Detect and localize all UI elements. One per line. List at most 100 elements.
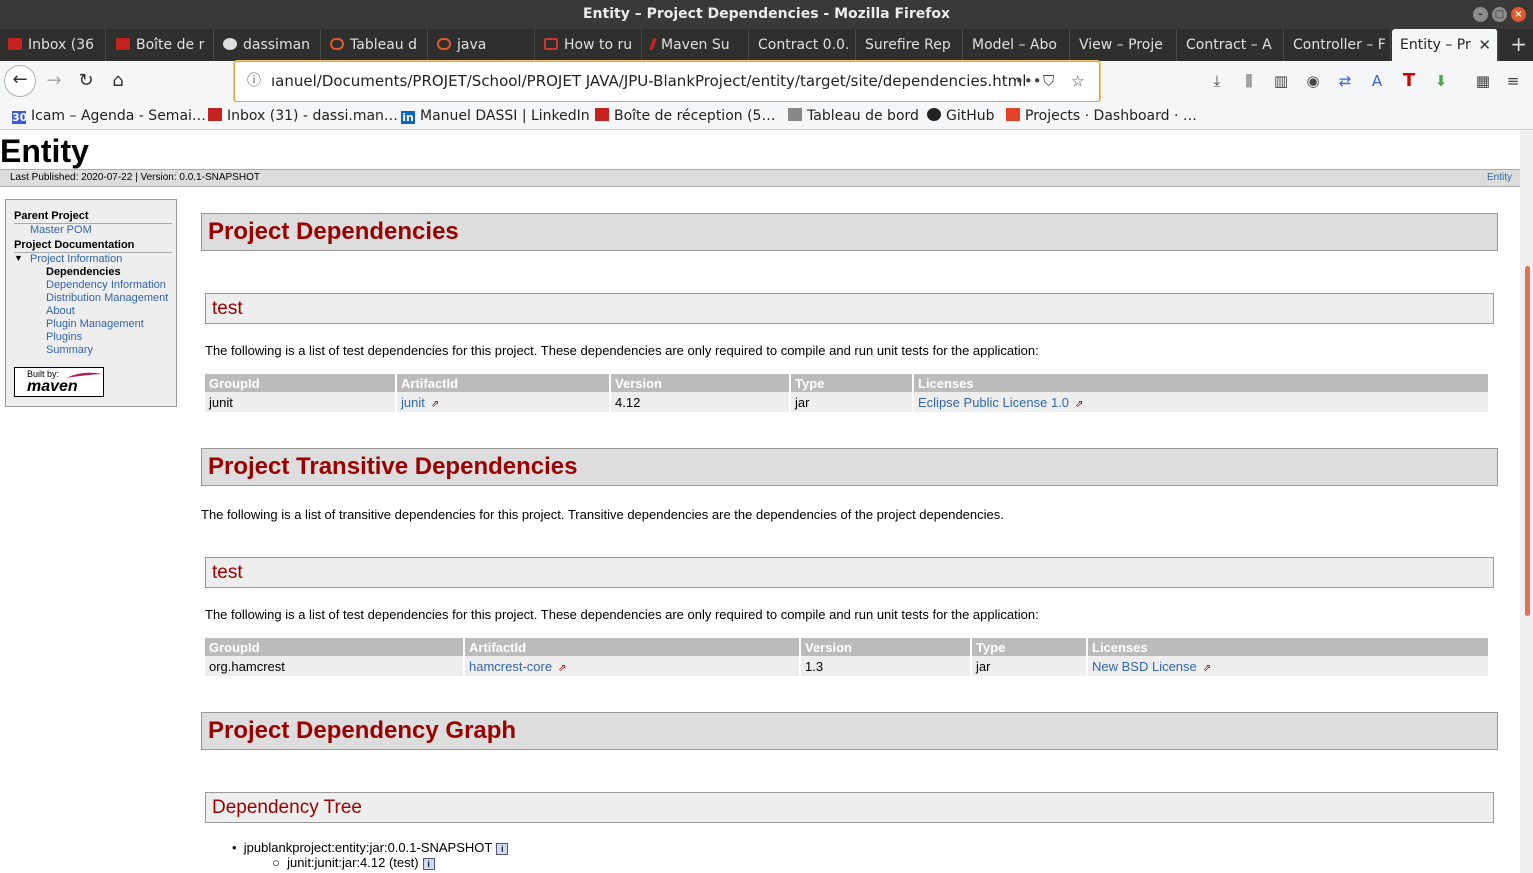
tree-child-label[interactable]: junit:junit:jar:4.12 (test) bbox=[287, 855, 419, 870]
license-link[interactable]: New BSD License bbox=[1092, 659, 1197, 674]
back-button[interactable]: ← bbox=[4, 65, 36, 97]
site-info-icon[interactable]: ⓘ bbox=[247, 62, 261, 101]
tab-inbox[interactable]: Inbox (36 bbox=[0, 29, 106, 61]
bookmark-star-icon[interactable]: ☆ bbox=[1071, 62, 1084, 101]
hamburger-menu-icon[interactable]: ≡ bbox=[1503, 71, 1523, 91]
license-link[interactable]: Eclipse Public License 1.0 bbox=[918, 395, 1069, 410]
firefox-window: Entity – Project Dependencies - Mozilla … bbox=[0, 0, 1533, 873]
published-date: Last Published: 2020-07-22 bbox=[10, 172, 133, 183]
close-window-icon[interactable]: × bbox=[1511, 7, 1526, 22]
page-scrollbar[interactable] bbox=[1520, 131, 1533, 873]
sidebar-item-distribution[interactable]: Distribution Management bbox=[46, 292, 168, 304]
url-bar[interactable]: ⓘ ıanuel/Documents/PROJET/School/PROJET … bbox=[234, 61, 1100, 102]
home-button[interactable]: ⌂ bbox=[104, 67, 132, 95]
tab-howto[interactable]: How to ru bbox=[536, 29, 642, 61]
tab-model[interactable]: Model – Abo bbox=[964, 29, 1070, 61]
cell-version: 1.3 bbox=[800, 656, 972, 676]
bookmark-label: Boîte de réception (5… bbox=[614, 108, 776, 124]
external-link-icon: ⇗ bbox=[1202, 662, 1212, 674]
col-licenses: Licenses bbox=[913, 374, 1490, 392]
version-label: | Version: 0.0.1-SNAPSHOT bbox=[135, 172, 260, 183]
sidebar-item-plugin-management[interactable]: Plugin Management bbox=[46, 318, 144, 330]
bookmark-linkedin[interactable]: in Manuel DASSI | LinkedIn bbox=[401, 102, 590, 130]
sidebar-item-dependency-info[interactable]: Dependency Information bbox=[46, 279, 166, 291]
tab-tableau[interactable]: Tableau d bbox=[322, 29, 428, 61]
library-icon[interactable]: ⫼ bbox=[1239, 71, 1259, 91]
bookmark-label: Inbox (31) - dassi.man… bbox=[227, 108, 398, 124]
section-title-dependency-graph: Project Dependency Graph bbox=[201, 712, 1498, 750]
tree-root-label[interactable]: jpublankproject:entity:jar:0.0.1-SNAPSHO… bbox=[244, 840, 493, 855]
test-deps-description: The following is a list of test dependen… bbox=[205, 343, 1039, 358]
new-tab-button[interactable]: + bbox=[1510, 29, 1527, 59]
transitive-test-description: The following is a list of test dependen… bbox=[205, 607, 1039, 622]
cell-license[interactable]: New BSD License ⇗ bbox=[1087, 656, 1490, 676]
url-text[interactable]: ıanuel/Documents/PROJET/School/PROJET JA… bbox=[271, 72, 1026, 90]
reload-button[interactable]: ↻ bbox=[72, 67, 100, 95]
tab-contract[interactable]: Contract 0.0. bbox=[750, 29, 856, 61]
subsection-title-transitive-test: test bbox=[205, 557, 1494, 588]
cell-artifactid[interactable]: hamcrest-core ⇗ bbox=[464, 656, 801, 676]
tab-github[interactable]: dassiman bbox=[215, 29, 321, 61]
text-extension-icon[interactable]: T bbox=[1399, 71, 1419, 91]
col-version: Version bbox=[800, 638, 972, 656]
window-titlebar: Entity – Project Dependencies - Mozilla … bbox=[0, 0, 1533, 29]
bookmark-inbox[interactable]: Inbox (31) - dassi.man… bbox=[208, 102, 398, 130]
tab-label: Maven Su bbox=[661, 37, 730, 53]
sidebar-item-master-pom[interactable]: Master POM bbox=[30, 224, 92, 236]
bookmark-tableau-de-bord[interactable]: Tableau de bord bbox=[788, 102, 919, 130]
page-title: Entity bbox=[0, 133, 89, 169]
expand-triangle-icon[interactable]: ▼ bbox=[14, 253, 23, 263]
tab-label: Contract 0.0. bbox=[758, 37, 850, 53]
minimize-icon[interactable]: – bbox=[1473, 7, 1488, 22]
tree-root-item[interactable]: • jpublankproject:entity:jar:0.0.1-SNAPS… bbox=[232, 840, 509, 855]
col-version: Version bbox=[610, 374, 791, 392]
page-actions-icon[interactable]: ••• bbox=[1015, 62, 1042, 101]
artifact-link[interactable]: hamcrest-core bbox=[469, 659, 552, 674]
artifact-link[interactable]: junit bbox=[401, 395, 425, 410]
tab-view[interactable]: View – Proje bbox=[1071, 29, 1177, 61]
translate-icon[interactable]: ⇄ bbox=[1335, 71, 1355, 91]
sidebar-item-about[interactable]: About bbox=[46, 305, 75, 317]
tab-contract-a[interactable]: Contract – A bbox=[1178, 29, 1284, 61]
download-helper-icon[interactable]: ⬇ bbox=[1431, 71, 1451, 91]
scrollbar-thumb[interactable] bbox=[1525, 266, 1530, 616]
bookmark-github[interactable]: GitHub bbox=[927, 102, 995, 130]
bookmark-gitlab[interactable]: Projects · Dashboard · … bbox=[1006, 102, 1197, 130]
cell-artifactid[interactable]: junit ⇗ bbox=[396, 392, 611, 412]
downloads-icon[interactable]: ⤓ bbox=[1207, 71, 1227, 91]
bookmark-icam-agenda[interactable]: 30 Icam – Agenda - Semai… bbox=[12, 102, 206, 130]
language-icon[interactable]: A bbox=[1367, 71, 1387, 91]
maximize-icon[interactable]: □ bbox=[1492, 7, 1507, 22]
bookmark-boite-reception[interactable]: Boîte de réception (5… bbox=[595, 102, 775, 130]
site-icon bbox=[544, 38, 558, 50]
extensions-icon[interactable]: ▦ bbox=[1473, 71, 1493, 91]
sidebar-item-project-info[interactable]: Project Information bbox=[30, 253, 122, 265]
tab-surefire[interactable]: Surefire Rep bbox=[857, 29, 963, 61]
tab-controller[interactable]: Controller – F bbox=[1285, 29, 1391, 61]
cell-license[interactable]: Eclipse Public License 1.0 ⇗ bbox=[913, 392, 1490, 412]
gitlab-icon bbox=[1006, 108, 1020, 121]
built-by-maven-logo[interactable]: Built by: maven bbox=[14, 367, 104, 397]
breadcrumb: Last Published: 2020-07-22 | Version: 0.… bbox=[0, 169, 1520, 187]
tab-label: Surefire Rep bbox=[865, 37, 951, 53]
sidebar-toggle-icon[interactable]: ▥ bbox=[1271, 71, 1291, 91]
sidebar-item-plugins[interactable]: Plugins bbox=[46, 331, 82, 343]
tree-child-item[interactable]: ○ junit:junit:jar:4.12 (test) i bbox=[272, 855, 435, 870]
tab-boite[interactable]: Boîte de r bbox=[108, 29, 214, 61]
tab-maven-surefire[interactable]: Maven Su bbox=[643, 29, 749, 61]
sidebar: Parent Project Master POM Project Docume… bbox=[5, 199, 177, 407]
tab-java[interactable]: java bbox=[429, 29, 535, 61]
sidebar-item-summary[interactable]: Summary bbox=[46, 344, 93, 356]
tab-entity-active[interactable]: Entity – Pr ✕ bbox=[1392, 29, 1498, 61]
transitive-dependencies-table: GroupId ArtifactId Version Type Licenses… bbox=[205, 638, 1490, 676]
dashboard-icon bbox=[788, 108, 802, 121]
pocket-icon[interactable]: ⛉ bbox=[1043, 62, 1054, 101]
account-icon[interactable]: ◉ bbox=[1303, 71, 1323, 91]
info-icon[interactable]: i bbox=[422, 858, 435, 870]
forward-button[interactable]: → bbox=[40, 67, 68, 95]
close-tab-icon[interactable]: ✕ bbox=[1478, 29, 1491, 61]
breadcrumb-entity-link[interactable]: Entity bbox=[1487, 170, 1512, 186]
table-row: org.hamcrest hamcrest-core ⇗ 1.3 jar New … bbox=[205, 656, 1490, 676]
page-content: Entity Last Published: 2020-07-22 | Vers… bbox=[0, 131, 1520, 873]
info-icon[interactable]: i bbox=[496, 843, 509, 855]
